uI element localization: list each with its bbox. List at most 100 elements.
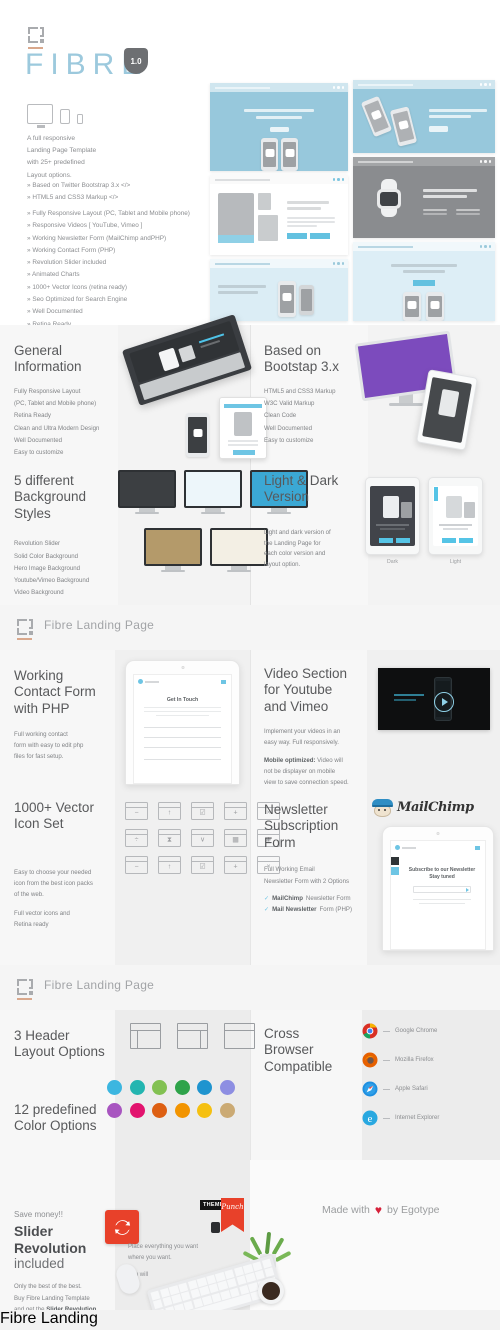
monitor-thumb[interactable] bbox=[144, 528, 202, 572]
dark-label: Dark bbox=[387, 559, 398, 565]
title-line: Based on bbox=[264, 343, 322, 358]
made-with-suffix: by Egotype bbox=[386, 1204, 440, 1216]
layout-option-right-sidebar[interactable] bbox=[177, 1023, 208, 1049]
preview-thumb[interactable] bbox=[353, 242, 495, 321]
icon-tile[interactable]: − bbox=[125, 802, 148, 820]
slider-revolution-icon[interactable] bbox=[105, 1210, 139, 1244]
hero-tech-item: » Based on Twitter Bootstrap 3.x </> bbox=[27, 182, 131, 189]
refresh-arrows-icon bbox=[114, 1219, 130, 1235]
preview-thumb[interactable] bbox=[210, 175, 348, 255]
title-line: Newsletter bbox=[264, 802, 328, 817]
hero-feature-item: » Fully Responsive Layout (PC, Tablet an… bbox=[27, 210, 190, 217]
list-item: Clean and Ultra Modern Design bbox=[14, 424, 100, 432]
preview-thumb[interactable] bbox=[210, 259, 348, 321]
color-swatch[interactable] bbox=[107, 1103, 122, 1118]
block-title: Based on Bootstap 3.x bbox=[264, 343, 369, 376]
list-item: Easy to customize bbox=[264, 436, 314, 444]
monitor-thumb[interactable] bbox=[210, 528, 268, 572]
caption-line: where you want. bbox=[128, 1255, 172, 1262]
color-swatch[interactable] bbox=[107, 1080, 122, 1095]
icon-tile[interactable]: ÷ bbox=[125, 829, 148, 847]
icon-tile[interactable]: ⧗ bbox=[158, 829, 181, 847]
body-line: Full Working Email bbox=[264, 866, 315, 874]
title-line: Color Options bbox=[14, 1118, 97, 1134]
layout-option-full-width[interactable] bbox=[224, 1023, 255, 1049]
color-swatch[interactable] bbox=[129, 1103, 145, 1118]
tablet-light-mockup[interactable] bbox=[428, 477, 483, 555]
hero-feature-item: » Well Documented bbox=[27, 308, 83, 316]
color-swatch[interactable] bbox=[174, 1103, 190, 1118]
title-line: Working bbox=[14, 668, 64, 683]
block-body: Full Working Email Newsletter Form with … bbox=[264, 864, 374, 915]
color-swatch[interactable] bbox=[129, 1080, 145, 1095]
browser-row: Apple Safari bbox=[362, 1081, 439, 1097]
color-swatch[interactable] bbox=[197, 1080, 212, 1095]
icon-tile[interactable]: ▦ bbox=[224, 829, 247, 847]
title-line: Revolution bbox=[14, 1239, 87, 1256]
browser-name: Mozilla Firefox bbox=[395, 1057, 434, 1063]
made-with-credit: Made with ♥ by Egotype bbox=[322, 1203, 440, 1217]
vector-icon-grid: − ↑ ☑ + × ÷ ⧗ ∨ ▦ ◈ − ↑ ☑ + × bbox=[125, 802, 280, 874]
color-swatch[interactable] bbox=[152, 1103, 167, 1118]
body-line: Only the best of the best. bbox=[14, 1282, 82, 1290]
list-item: Video Background bbox=[14, 589, 64, 597]
play-button-icon[interactable] bbox=[434, 692, 454, 712]
color-swatch[interactable] bbox=[219, 1103, 235, 1118]
firefox-icon bbox=[362, 1052, 378, 1068]
layout-option-left-sidebar[interactable] bbox=[130, 1023, 161, 1049]
color-swatch[interactable] bbox=[152, 1080, 167, 1095]
light-dark-block: Light & Dark Version Light and dark vers… bbox=[264, 473, 372, 571]
body-line: files for fast setup. bbox=[14, 753, 64, 761]
icon-glyph: ☑ bbox=[199, 809, 206, 817]
contact-form-block: Working Contact Form with PHP Full worki… bbox=[14, 668, 119, 763]
block-title: 3 Header Layout Options bbox=[14, 1028, 124, 1061]
color-swatch[interactable] bbox=[197, 1103, 212, 1118]
hero-section: FIBRE 1.0 A full responsive Landing Page… bbox=[0, 0, 500, 328]
preview-thumb[interactable] bbox=[210, 83, 348, 171]
tablet-dark-mockup[interactable] bbox=[365, 477, 420, 555]
mailchimp-logo: MailChimp bbox=[372, 798, 474, 817]
mailchimp-monkey-icon bbox=[372, 798, 393, 817]
preview-thumb[interactable] bbox=[353, 80, 495, 153]
icon-glyph: ⧗ bbox=[167, 836, 172, 844]
list-item: Well Documented bbox=[264, 424, 312, 432]
hero-feature-list: » Fully Responsive Layout (PC, Tablet an… bbox=[27, 208, 190, 331]
hero-feature-item: » 1000+ Vector Icons (retina ready) bbox=[27, 283, 127, 291]
preview-thumb[interactable] bbox=[353, 157, 495, 238]
newsletter-option: ✓ MailChimp Newsletter Form bbox=[264, 893, 374, 904]
icon-tile[interactable]: ↑ bbox=[158, 802, 181, 820]
body-line: icon from the best icon packs bbox=[14, 880, 93, 888]
cross-browser-block: Cross Browser Compatible bbox=[264, 1026, 364, 1075]
monitor-thumb[interactable] bbox=[184, 470, 242, 514]
icon-tile[interactable]: − bbox=[125, 856, 148, 874]
light-label: Light bbox=[449, 559, 462, 565]
list-item: Fully Responsive Layout bbox=[14, 387, 81, 395]
title-line: 1000+ Vector bbox=[14, 800, 94, 815]
browser-row: Mozilla Firefox bbox=[362, 1052, 439, 1068]
block-body: Full working contact form with easy to e… bbox=[14, 730, 119, 763]
icon-tile[interactable]: ☑ bbox=[191, 856, 214, 874]
icon-tile[interactable]: ☑ bbox=[191, 802, 214, 820]
preview-thumbnail-grid bbox=[210, 80, 495, 321]
body-line: layout option. bbox=[264, 560, 301, 568]
icon-tile[interactable]: ∨ bbox=[191, 829, 214, 847]
icon-tile[interactable]: ↑ bbox=[158, 856, 181, 874]
icon-tile[interactable]: + bbox=[224, 856, 247, 874]
made-with-prefix: Made with bbox=[322, 1204, 370, 1216]
video-thumbnail[interactable] bbox=[378, 668, 490, 730]
color-swatch[interactable] bbox=[219, 1080, 235, 1095]
icon-tile[interactable]: + bbox=[224, 802, 247, 820]
newsletter-tablet-mockup[interactable]: Subscribe to our Newsletter Stay tuned bbox=[382, 826, 494, 951]
browser-name: Google Chrome bbox=[395, 1028, 438, 1034]
mailchimp-wordmark: MailChimp bbox=[397, 800, 474, 815]
device-icon-row bbox=[27, 104, 83, 128]
note-bold: Mobile optimized: bbox=[264, 757, 316, 765]
hero-feature-item: » Animated Charts bbox=[27, 271, 80, 279]
contact-form-tablet-mockup[interactable]: Get In Touch bbox=[125, 660, 240, 785]
color-swatch[interactable] bbox=[174, 1080, 190, 1095]
monitor-thumb[interactable] bbox=[118, 470, 176, 514]
laptop-mockup bbox=[121, 314, 253, 406]
desk-caption: Place everything you want where you want… bbox=[128, 1242, 198, 1281]
divider-strip-3: Fibre Landing gfxtra.com bbox=[0, 1310, 500, 1330]
title-line: Subscription bbox=[264, 818, 339, 834]
